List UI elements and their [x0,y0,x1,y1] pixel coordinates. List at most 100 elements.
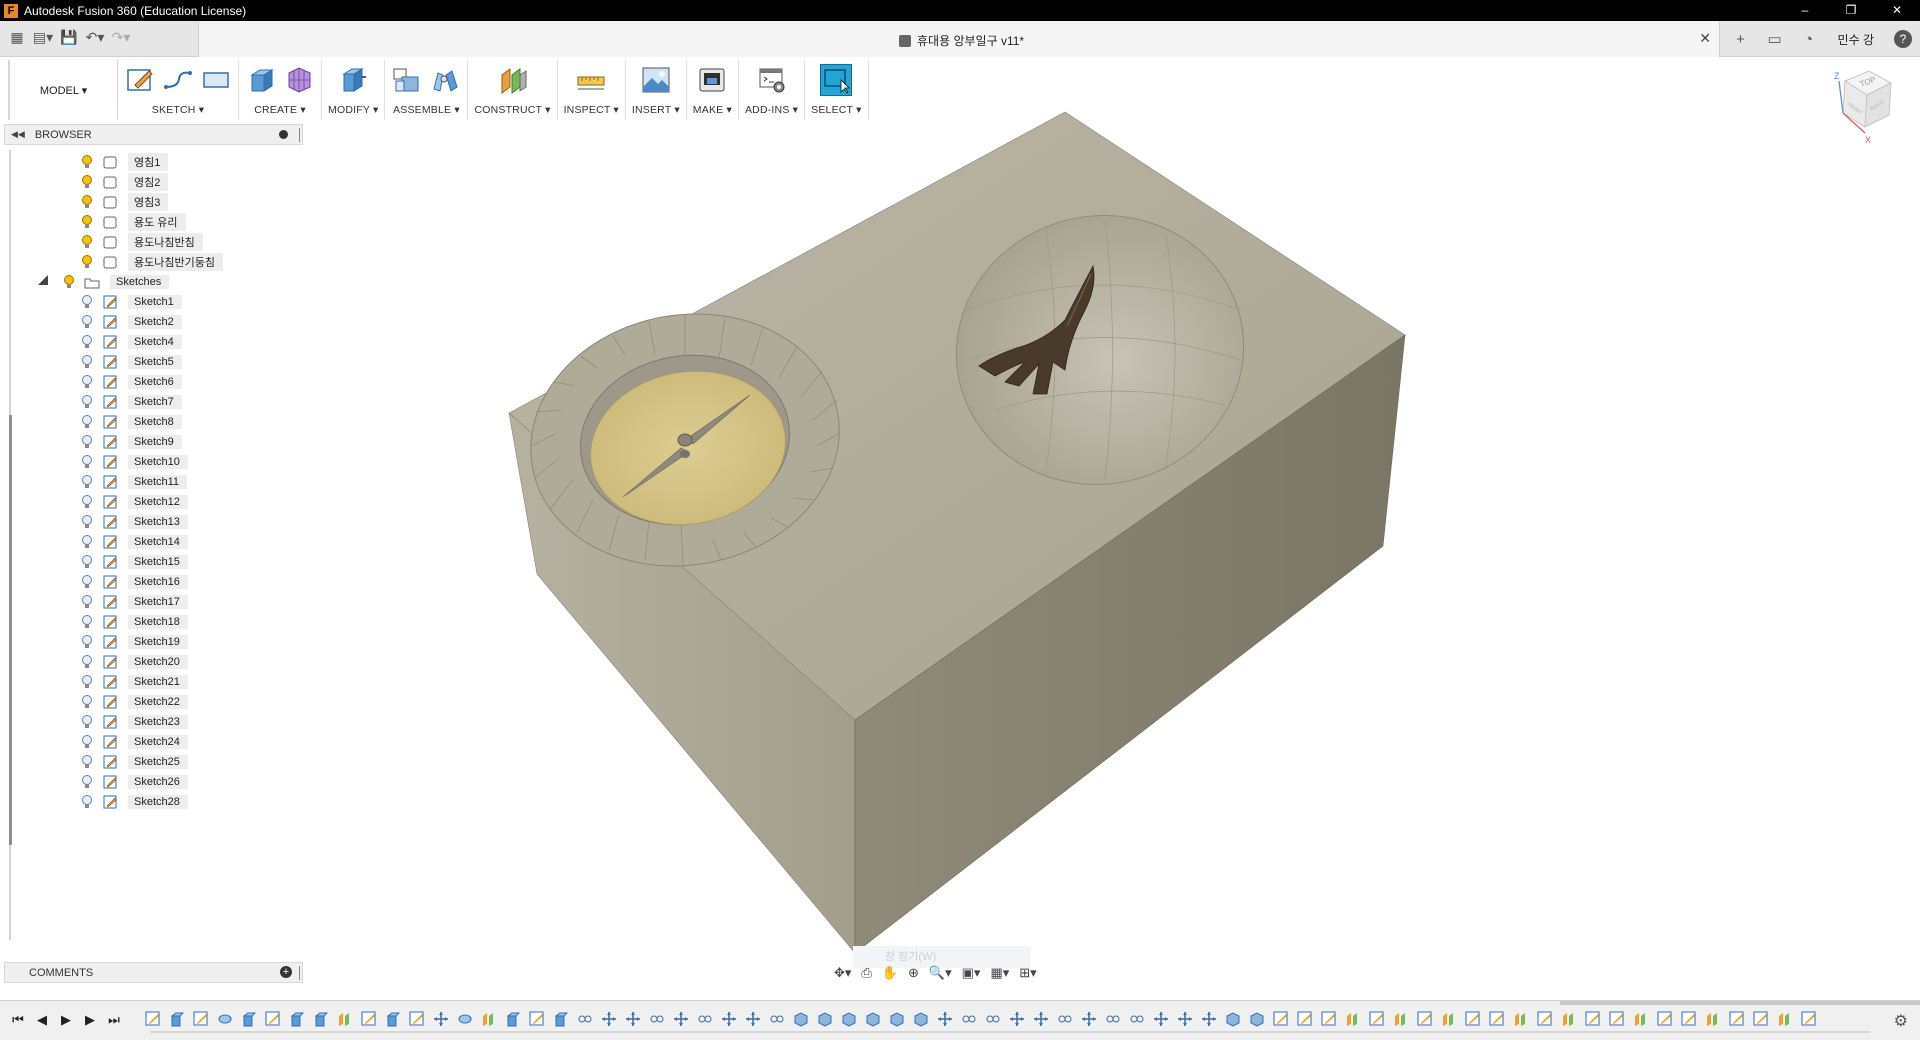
sketch-label[interactable]: Sketch2 [128,315,182,329]
timeline-feature-joint-icon[interactable] [959,1009,979,1029]
sketch-label[interactable]: Sketch6 [128,375,182,389]
comments-panel-header[interactable]: COMMENTS + [4,962,303,983]
timeline-feature-sketch-icon[interactable] [1751,1009,1771,1029]
zoom-icon[interactable]: ⊕ [904,963,923,983]
timeline-feature-move-icon[interactable] [1175,1009,1195,1029]
data-panel-grid-icon[interactable]: ▦ [4,29,30,46]
canvas-viewport[interactable]: TOP FRONT RIGHT Z X 창 참기(W) [305,60,1920,970]
body-label[interactable]: 용도 유리 [128,213,186,231]
timeline-feature-box-icon[interactable] [1223,1009,1243,1029]
tree-row-sketches-folder[interactable]: Sketches [38,272,170,292]
expand-arrow-icon[interactable] [38,275,48,285]
tree-row-sketch[interactable]: Sketch23 [80,712,188,732]
timeline-feature-move-icon[interactable] [743,1009,763,1029]
body-label[interactable]: 영침3 [128,193,169,211]
timeline-feature-move-icon[interactable] [1007,1009,1027,1029]
timeline-feature-sketch-icon[interactable] [359,1009,379,1029]
close-window-button[interactable]: ✕ [1874,0,1920,21]
sketch-label[interactable]: Sketch25 [128,755,188,769]
sketch-label[interactable]: Sketch10 [128,455,188,469]
timeline-feature-sketch-icon[interactable] [527,1009,547,1029]
close-tab-button[interactable]: ✕ [1699,30,1711,47]
timeline-feature-construct-icon[interactable] [1775,1009,1795,1029]
visibility-bulb-off-icon[interactable] [80,695,94,709]
workspace-switcher[interactable]: MODEL ▾ [8,60,118,120]
visibility-bulb-off-icon[interactable] [80,415,94,429]
tree-row-sketch[interactable]: Sketch15 [80,552,188,572]
timeline-feature-construct-icon[interactable] [1343,1009,1363,1029]
visibility-bulb-on-icon[interactable] [80,175,94,189]
timeline-feature-box-icon[interactable] [815,1009,835,1029]
sketch-label[interactable]: Sketch17 [128,595,188,609]
tree-row-sketch[interactable]: Sketch19 [80,632,188,652]
timeline-feature-extrude-icon[interactable] [287,1009,307,1029]
visibility-bulb-on-icon[interactable] [80,195,94,209]
timeline-feature-move-icon[interactable] [431,1009,451,1029]
timeline-feature-construct-icon[interactable] [1703,1009,1723,1029]
timeline-feature-move-icon[interactable] [935,1009,955,1029]
timeline-feature-extrude-icon[interactable] [383,1009,403,1029]
tree-row-body[interactable]: 용도나침반기둥침 [80,252,223,272]
browser-options-icon[interactable] [279,130,288,139]
tree-row-sketch[interactable]: Sketch24 [80,732,188,752]
timeline-feature-sketch-icon[interactable] [407,1009,427,1029]
timeline-feature-box-icon[interactable] [887,1009,907,1029]
grid-settings-icon[interactable]: ▦▾ [986,963,1013,983]
timeline-feature-construct-icon[interactable] [1391,1009,1411,1029]
go-to-end-icon[interactable]: ⏭ [106,1012,122,1028]
sketch-label[interactable]: Sketch23 [128,715,188,729]
sketch-label[interactable]: Sketch15 [128,555,188,569]
body-label[interactable]: 영침2 [128,173,169,191]
visibility-bulb-off-icon[interactable] [80,495,94,509]
tree-row-sketch[interactable]: Sketch16 [80,572,188,592]
timeline-feature-sketch-icon[interactable] [1655,1009,1675,1029]
visibility-bulb-off-icon[interactable] [80,475,94,489]
tree-row-sketch[interactable]: Sketch2 [80,312,182,332]
sketch-label[interactable]: Sketch24 [128,735,188,749]
timeline-feature-sketch-icon[interactable] [1319,1009,1339,1029]
visibility-bulb-off-icon[interactable] [80,315,94,329]
timeline-feature-move-icon[interactable] [599,1009,619,1029]
timeline-feature-move-icon[interactable] [1079,1009,1099,1029]
save-icon[interactable]: 💾 [56,29,82,46]
timeline-feature-move-icon[interactable] [1031,1009,1051,1029]
visibility-bulb-off-icon[interactable] [80,595,94,609]
tree-row-sketch[interactable]: Sketch6 [80,372,182,392]
sketch-label[interactable]: Sketch8 [128,415,182,429]
timeline-feature-sketch-icon[interactable] [1295,1009,1315,1029]
visibility-bulb-off-icon[interactable] [80,635,94,649]
sketch-label[interactable]: Sketch18 [128,615,188,629]
visibility-bulb-off-icon[interactable] [80,735,94,749]
display-settings-icon[interactable]: ▣▾ [958,963,985,983]
timeline-feature-sketch-icon[interactable] [1535,1009,1555,1029]
tree-row-sketch[interactable]: Sketch8 [80,412,182,432]
sketch-label[interactable]: Sketch19 [128,635,188,649]
timeline-feature-sketch-icon[interactable] [1799,1009,1819,1029]
timeline-feature-box-icon[interactable] [839,1009,859,1029]
visibility-bulb-off-icon[interactable] [80,555,94,569]
sketch-label[interactable]: Sketch11 [128,475,188,489]
visibility-bulb-off-icon[interactable] [80,775,94,789]
file-menu-icon[interactable]: ▤▾ [30,29,56,46]
tree-row-sketch[interactable]: Sketch28 [80,792,188,812]
tree-row-sketch[interactable]: Sketch13 [80,512,188,532]
timeline-feature-sketch-icon[interactable] [143,1009,163,1029]
line-icon[interactable] [162,64,194,96]
timeline-feature-sketch-icon[interactable] [1607,1009,1627,1029]
play-icon[interactable]: ▶ [58,1012,74,1028]
visibility-bulb-off-icon[interactable] [80,335,94,349]
pan-hand-icon[interactable]: ✋ [878,963,902,983]
step-forward-icon[interactable]: ▶ [82,1012,98,1028]
tree-row-sketch[interactable]: Sketch22 [80,692,188,712]
visibility-bulb-off-icon[interactable] [80,435,94,449]
tree-row-sketch[interactable]: Sketch7 [80,392,182,412]
visibility-bulb-off-icon[interactable] [80,355,94,369]
visibility-bulb-on-icon[interactable] [62,275,76,289]
minimize-button[interactable]: – [1782,0,1828,21]
tree-row-sketch[interactable]: Sketch17 [80,592,188,612]
tree-row-body[interactable]: 영침1 [80,152,169,172]
timeline-feature-move-icon[interactable] [719,1009,739,1029]
visibility-bulb-on-icon[interactable] [80,215,94,229]
timeline-feature-construct-icon[interactable] [1559,1009,1579,1029]
collapse-browser-icon[interactable]: ◀◀ [11,129,25,140]
